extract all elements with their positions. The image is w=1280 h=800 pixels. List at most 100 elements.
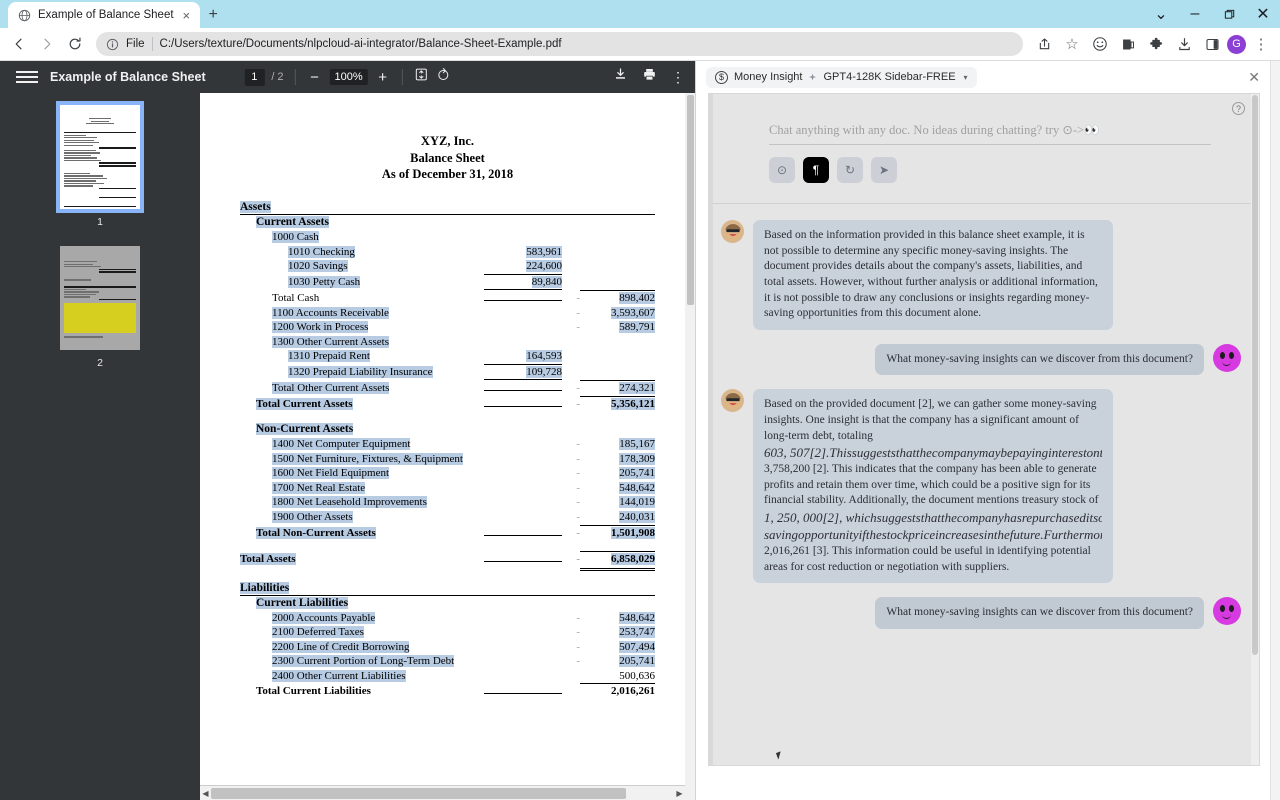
prompt-ideas-button[interactable]: ⊙ xyxy=(769,157,795,183)
line-item-amount: 5,356,121 xyxy=(580,395,655,412)
page-number-input[interactable]: 1 xyxy=(244,68,265,86)
thumbnail-page-1[interactable] xyxy=(56,101,144,213)
browser-tab-strip: Example of Balance Sheet × + ⌄ – ✕ xyxy=(0,0,1280,28)
page-total-label: / 2 xyxy=(271,71,284,83)
line-item-label: 1010 Checking xyxy=(288,245,355,258)
page-vertical-scrollbar[interactable] xyxy=(1270,61,1280,800)
thumbnail-page-2[interactable] xyxy=(60,246,140,350)
profile-avatar[interactable]: G xyxy=(1227,34,1246,54)
model-selector[interactable]: $ Money Insight GPT4-128K Sidebar-FREE ▾ xyxy=(706,66,977,88)
rotate-icon[interactable] xyxy=(436,67,451,87)
line-item-label: 1800 Net Leasehold Improvements xyxy=(272,496,427,509)
line-item-label: 1000 Cash xyxy=(272,231,319,244)
minimize-icon[interactable]: – xyxy=(1178,0,1212,28)
user-avatar xyxy=(1213,597,1241,626)
summarize-button[interactable]: ¶ xyxy=(803,157,829,183)
zoom-out-button[interactable]: − xyxy=(307,69,323,86)
pdf-more-menu-icon[interactable]: ⋮ xyxy=(671,69,685,86)
doc-group-heading: Current Assets xyxy=(256,215,329,228)
line-item-dash: - xyxy=(576,611,580,624)
tab-close-icon[interactable]: × xyxy=(181,9,193,22)
downloads-icon[interactable] xyxy=(1171,31,1197,57)
regenerate-button[interactable]: ↻ xyxy=(837,157,863,183)
pdf-vertical-scrollbar[interactable] xyxy=(685,93,695,800)
back-button[interactable] xyxy=(6,31,32,57)
bookmark-star-icon[interactable]: ☆ xyxy=(1059,31,1085,57)
line-item-dash: - xyxy=(576,382,580,395)
zoom-level-value[interactable]: 100% xyxy=(329,69,368,85)
line-item-label: 2200 Line of Credit Borrowing xyxy=(272,640,410,653)
line-item-dash: - xyxy=(576,510,580,523)
line-item-subtotal xyxy=(484,693,562,695)
latex-fragment: 1, 250, 000[2], whichsuggeststhatthecomp… xyxy=(764,509,1102,525)
sidebar-header: $ Money Insight GPT4-128K Sidebar-FREE ▾… xyxy=(696,61,1270,93)
doc-line-item: 1200 Work in Process - 589,791 xyxy=(240,320,655,335)
line-item-amount: 548,642 xyxy=(619,611,655,624)
forward-button[interactable] xyxy=(34,31,60,57)
pdf-thumbnail-pane[interactable]: 1 2 xyxy=(0,93,200,800)
chat-input[interactable] xyxy=(769,120,1211,145)
line-item-amount: 6,858,029 xyxy=(580,551,655,571)
zoom-in-button[interactable]: + xyxy=(375,69,391,86)
chat-left-rail xyxy=(709,94,713,765)
chat-bubble: What money-saving insights can we discov… xyxy=(875,597,1204,630)
window-close-icon[interactable]: ✕ xyxy=(1246,0,1280,28)
thumbnail-item-1[interactable]: 1 xyxy=(56,101,144,242)
hscroll-thumb[interactable] xyxy=(211,787,626,799)
line-item-amount: 240,031 xyxy=(619,510,655,523)
line-item-amount: 898,402 xyxy=(580,290,655,306)
doc-line-item: Total Current Liabilities 2,016,261 xyxy=(240,683,655,699)
browser-menu-icon[interactable]: ⋮ xyxy=(1248,31,1274,57)
thumbnail-item-2[interactable]: 2 xyxy=(60,246,140,383)
chat-message-bot: Based on the provided document [2], we c… xyxy=(721,389,1241,584)
share-icon[interactable] xyxy=(1031,31,1057,57)
message-text: 3,758,200 [2]. This indicates that the c… xyxy=(764,462,1099,507)
doc-line-item: Total Assets -6,858,029 xyxy=(240,551,655,571)
pdf-page-area[interactable]: XYZ, Inc. Balance Sheet As of December 3… xyxy=(200,93,695,800)
pdf-document-title: Example of Balance Sheet xyxy=(50,70,206,84)
extensions-manager-icon[interactable] xyxy=(1115,31,1141,57)
pdf-download-icon[interactable] xyxy=(613,67,628,87)
pdf-horizontal-scrollbar[interactable]: ◀ ▶ xyxy=(200,785,685,800)
hamburger-icon[interactable] xyxy=(16,71,38,83)
line-item-amount: 205,741 xyxy=(619,655,655,668)
sidebar-close-icon[interactable]: ✕ xyxy=(1248,69,1260,86)
doc-line-item: 1900 Other Assets - 240,031 xyxy=(240,510,655,525)
chat-message-list[interactable]: Based on the information provided in thi… xyxy=(709,203,1259,765)
pdf-print-icon[interactable] xyxy=(642,67,657,87)
line-item-dash: - xyxy=(576,626,580,639)
globe-icon xyxy=(18,9,31,21)
thumbnail-label-1: 1 xyxy=(97,216,103,228)
question-circle-icon[interactable]: ? xyxy=(1232,102,1245,115)
chat-bubble: Based on the provided document [2], we c… xyxy=(753,389,1113,584)
line-item-dash: - xyxy=(576,467,580,480)
pdf-viewer-pane: Example of Balance Sheet 1 / 2 − 100% + xyxy=(0,61,695,800)
chat-bubble: Based on the information provided in thi… xyxy=(753,220,1113,330)
line-item-subtotal: 109,728 xyxy=(484,363,562,381)
puzzle-extension-icon[interactable] xyxy=(1143,31,1169,57)
reload-button[interactable] xyxy=(62,31,88,57)
browser-tab[interactable]: Example of Balance Sheet × xyxy=(8,2,201,28)
collapse-icon[interactable]: ⌄ xyxy=(1144,0,1178,28)
chat-bubble: What money-saving insights can we discov… xyxy=(875,343,1204,376)
doc-line-item: Total Other Current Assets -274,321 xyxy=(240,380,655,396)
line-item-label: 2100 Deferred Taxes xyxy=(272,626,364,639)
address-bar[interactable]: File C:/Users/texture/Documents/nlpcloud… xyxy=(96,32,1023,56)
line-item-amount: 205,741 xyxy=(619,467,655,480)
send-button[interactable]: ➤ xyxy=(871,157,897,183)
chevron-down-icon[interactable]: ▾ xyxy=(964,73,968,82)
sidebar-toggle-icon[interactable] xyxy=(1199,31,1225,57)
chat-vertical-scrollbar[interactable] xyxy=(1251,94,1259,765)
scroll-right-arrow[interactable]: ▶ xyxy=(674,789,685,798)
doc-line-item: 2300 Current Portion of Long-Term Debt - 2… xyxy=(240,654,655,669)
doc-section-title: Liabilities xyxy=(240,581,290,594)
new-tab-button[interactable]: + xyxy=(200,2,226,28)
maximize-icon[interactable] xyxy=(1212,0,1246,28)
latex-fragment: 603, 507[2].Thissuggeststhatthecompanyma… xyxy=(764,445,1102,461)
smiley-icon[interactable] xyxy=(1087,31,1113,57)
line-item-label: Total Assets xyxy=(240,553,296,566)
fit-page-icon[interactable] xyxy=(414,67,429,87)
scroll-left-arrow[interactable]: ◀ xyxy=(200,789,211,798)
line-item-label: 1300 Other Current Assets xyxy=(272,335,390,348)
money-insight-sidebar: $ Money Insight GPT4-128K Sidebar-FREE ▾… xyxy=(695,61,1270,800)
